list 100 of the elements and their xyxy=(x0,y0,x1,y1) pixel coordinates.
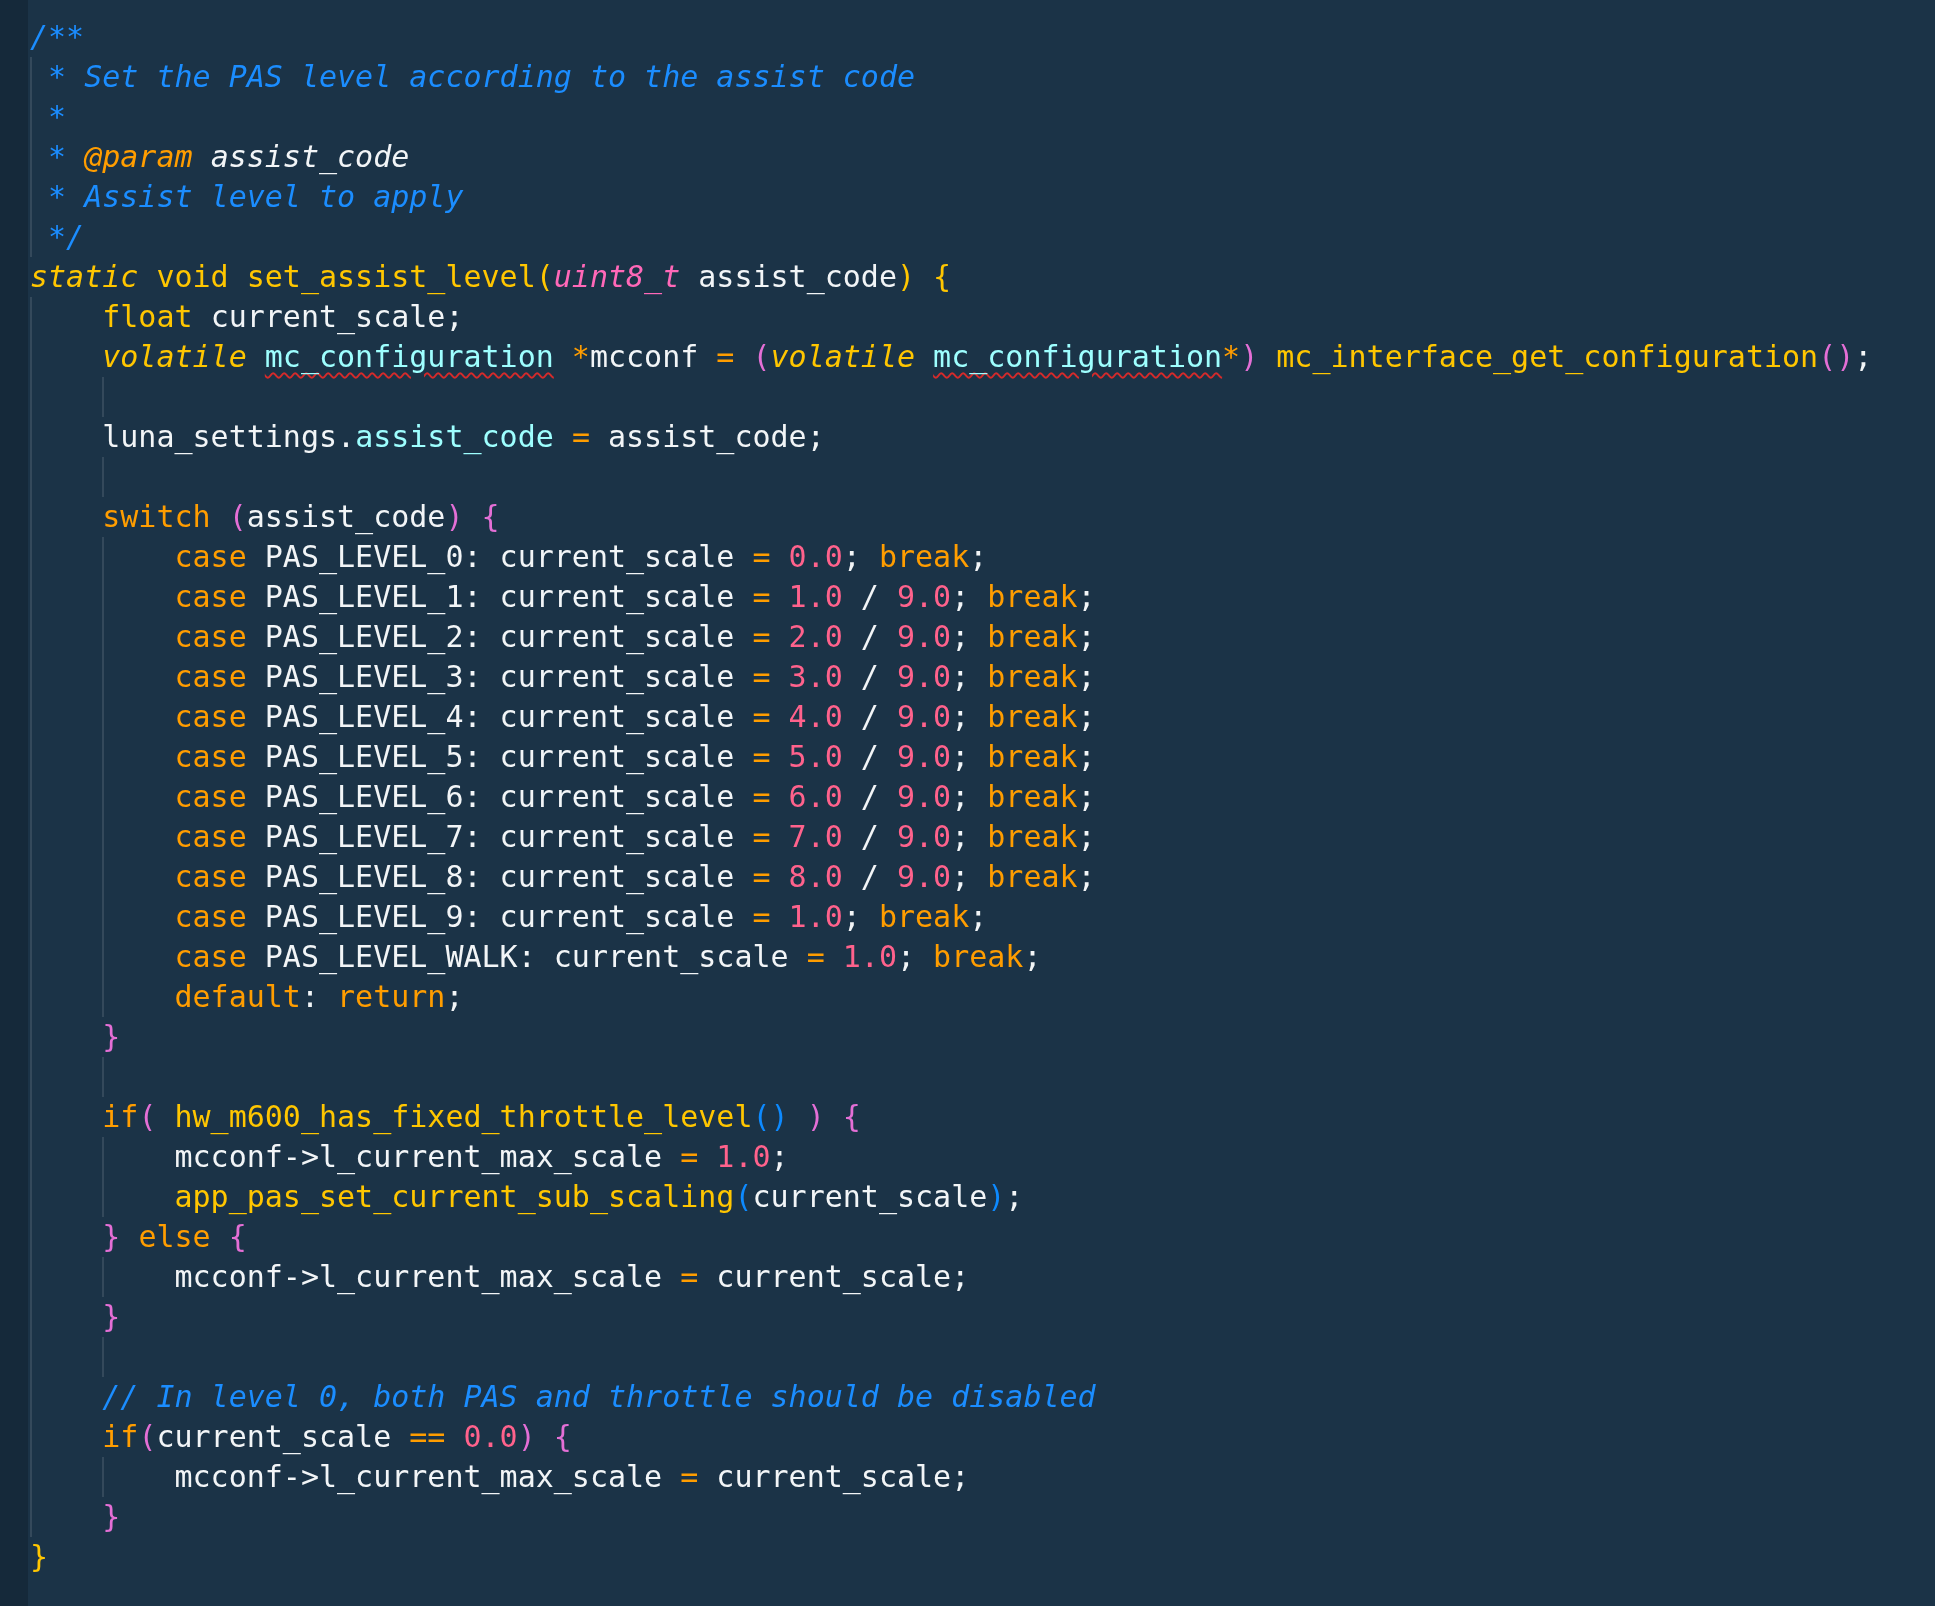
code-bracket: { xyxy=(228,1219,247,1254)
code-bracket: } xyxy=(102,1499,121,1534)
type-name: uint8_t xyxy=(553,259,681,294)
control-keyword: case xyxy=(174,539,247,574)
member-name: assist_code xyxy=(355,419,554,454)
code-identifier: ; xyxy=(897,939,916,974)
code-bracket: { xyxy=(842,1099,861,1134)
code-operator: = xyxy=(752,659,771,694)
code-bracket: ) xyxy=(445,499,464,534)
control-keyword: case xyxy=(174,739,247,774)
code-identifier: ; xyxy=(1077,739,1096,774)
code-identifier: PAS_LEVEL_2: current_scale xyxy=(264,619,735,654)
control-keyword: else xyxy=(138,1219,211,1254)
code-bracket: ) xyxy=(987,1179,1006,1214)
code-operator: * xyxy=(1222,339,1241,374)
function-name: hw_m600_has_fixed_throttle_level xyxy=(174,1099,753,1134)
code-comment: */ xyxy=(48,219,85,254)
code-identifier: PAS_LEVEL_5: current_scale xyxy=(264,739,735,774)
code-bracket: } xyxy=(102,1219,121,1254)
code-identifier: current_scale; xyxy=(210,299,464,334)
code-identifier: PAS_LEVEL_7: current_scale xyxy=(264,819,735,854)
number-literal: 2.0 xyxy=(788,619,843,654)
code-identifier: ; xyxy=(951,699,970,734)
number-literal: 9.0 xyxy=(897,659,952,694)
control-keyword: case xyxy=(174,619,247,654)
control-keyword: default xyxy=(174,979,301,1014)
type-name: mc_configuration xyxy=(264,339,554,374)
code-bracket: ( xyxy=(138,1099,157,1134)
number-literal: 9.0 xyxy=(897,699,952,734)
code-identifier: assist_code xyxy=(698,259,897,294)
code-identifier: / xyxy=(860,619,879,654)
code-identifier: / xyxy=(860,579,879,614)
code-bracket: ( xyxy=(752,339,771,374)
code-identifier: ; xyxy=(1077,619,1096,654)
number-literal: 0.0 xyxy=(463,1419,518,1454)
code-identifier: ; xyxy=(951,739,970,774)
code-identifier: PAS_LEVEL_9: current_scale xyxy=(264,899,735,934)
storage-keyword: static xyxy=(30,259,139,294)
code-identifier: ; xyxy=(951,579,970,614)
code-identifier: current_scale; xyxy=(716,1459,970,1494)
number-literal: 1.0 xyxy=(716,1139,771,1174)
control-keyword: case xyxy=(174,859,247,894)
code-identifier: ; xyxy=(1077,699,1096,734)
code-identifier: : xyxy=(300,979,319,1014)
code-identifier: ; xyxy=(1077,819,1096,854)
code-operator: = xyxy=(752,579,771,614)
code-bracket: ( xyxy=(535,259,554,294)
number-literal: 9.0 xyxy=(897,779,952,814)
code-identifier: / xyxy=(860,779,879,814)
code-identifier: PAS_LEVEL_8: current_scale xyxy=(264,859,735,894)
code-comment: * Assist level to apply xyxy=(48,179,464,214)
code-bracket: ( xyxy=(228,499,247,534)
type-keyword: void xyxy=(156,259,229,294)
control-keyword: return xyxy=(337,979,446,1014)
control-keyword: break xyxy=(878,539,970,574)
code-identifier: current_scale; xyxy=(716,1259,970,1294)
storage-keyword: volatile xyxy=(102,339,247,374)
code-operator: = xyxy=(680,1259,699,1294)
number-literal: 8.0 xyxy=(788,859,843,894)
code-operator: = xyxy=(716,339,735,374)
code-operator: * xyxy=(571,339,590,374)
code-identifier: ; xyxy=(1077,859,1096,894)
number-literal: 9.0 xyxy=(897,619,952,654)
code-bracket: { xyxy=(553,1419,572,1454)
control-keyword: break xyxy=(987,739,1078,774)
code-identifier: PAS_LEVEL_1: current_scale xyxy=(264,579,735,614)
code-identifier: PAS_LEVEL_WALK: current_scale xyxy=(264,939,789,974)
code-identifier: assist_code xyxy=(246,499,446,534)
code-operator: == xyxy=(409,1419,446,1454)
code-identifier: current_scale xyxy=(752,1179,988,1214)
number-literal: 6.0 xyxy=(788,779,843,814)
doc-tag: @param xyxy=(84,139,193,174)
function-name: set_assist_level xyxy=(246,259,536,294)
code-identifier: ; xyxy=(1077,659,1096,694)
code-identifier: ; xyxy=(969,539,988,574)
code-operator: = xyxy=(752,819,771,854)
number-literal: 1.0 xyxy=(842,939,897,974)
number-literal: 3.0 xyxy=(788,659,843,694)
code-identifier: mcconf->l_current_max_scale xyxy=(174,1259,663,1294)
code-operator: = xyxy=(571,419,590,454)
control-keyword: case xyxy=(174,659,247,694)
code-identifier: luna_settings. xyxy=(102,419,356,454)
number-literal: 9.0 xyxy=(897,739,952,774)
number-literal: 7.0 xyxy=(788,819,843,854)
code-identifier: / xyxy=(860,699,879,734)
number-literal: 9.0 xyxy=(897,579,952,614)
code-bracket: } xyxy=(102,1299,121,1334)
code-operator: = xyxy=(752,619,771,654)
code-identifier: PAS_LEVEL_3: current_scale xyxy=(264,659,735,694)
number-literal: 5.0 xyxy=(788,739,843,774)
code-identifier: PAS_LEVEL_4: current_scale xyxy=(264,699,735,734)
function-name: mc_interface_get_configuration xyxy=(1276,339,1819,374)
code-bracket: { xyxy=(933,259,952,294)
code-identifier: ; xyxy=(842,899,861,934)
code-identifier: current_scale xyxy=(156,1419,392,1454)
control-keyword: break xyxy=(987,699,1078,734)
code-identifier: ; xyxy=(1023,939,1042,974)
code-operator: = xyxy=(752,739,771,774)
code-identifier: mcconf->l_current_max_scale xyxy=(174,1139,663,1174)
code-identifier: mcconf->l_current_max_scale xyxy=(174,1459,663,1494)
